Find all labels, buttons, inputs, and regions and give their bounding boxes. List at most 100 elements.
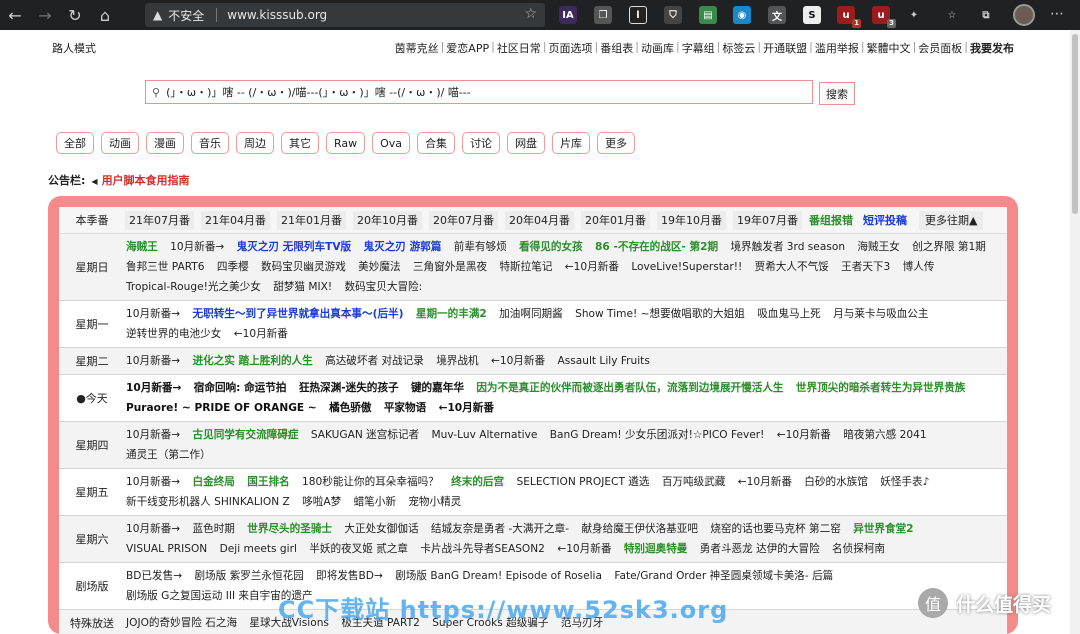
anime-link[interactable]: SAKUGAN 迷宫标记者 bbox=[311, 429, 419, 441]
category-button[interactable]: 其它 bbox=[281, 132, 319, 154]
more-seasons-button[interactable]: 更多往期▲ bbox=[919, 210, 984, 230]
anime-link[interactable]: Assault Lily Fruits bbox=[557, 355, 649, 367]
anime-link[interactable]: 境界触发者 3rd season bbox=[730, 241, 845, 253]
season-button[interactable]: 20年01月番 bbox=[581, 210, 650, 230]
anime-link[interactable]: 即将发售BD→ bbox=[316, 570, 383, 582]
anime-link[interactable]: 10月新番→ bbox=[126, 308, 180, 320]
category-button[interactable]: Raw bbox=[326, 132, 366, 154]
anime-link[interactable]: 创之界限 第1期 bbox=[912, 241, 986, 253]
category-button[interactable]: 全部 bbox=[56, 132, 94, 154]
anime-link[interactable]: VISUAL PRISON bbox=[126, 543, 207, 555]
anime-link[interactable]: BanG Dream! 少女乐团派对!☆PICO Fever! bbox=[550, 429, 765, 441]
anime-link[interactable]: 新干线变形机器人 SHINKALION Z bbox=[126, 496, 290, 508]
extension-s-icon[interactable]: S bbox=[803, 6, 821, 24]
extensions-puzzle-icon[interactable]: ✦ bbox=[905, 6, 923, 24]
anime-link[interactable]: 白金终局 bbox=[193, 476, 235, 488]
nav-link[interactable]: 番组表 bbox=[600, 40, 633, 56]
submit-review-link[interactable]: 短评投稿 bbox=[863, 212, 907, 228]
anime-link[interactable]: 10月新番→ bbox=[126, 382, 181, 394]
category-button[interactable]: 合集 bbox=[417, 132, 456, 154]
anime-link[interactable]: ←10月新番 bbox=[557, 543, 611, 555]
reload-icon[interactable]: ↻ bbox=[60, 0, 90, 30]
anime-link[interactable]: 烧窑的话也要马克杯 第二窑 bbox=[710, 523, 841, 535]
season-button[interactable]: 20年07月番 bbox=[429, 210, 498, 230]
anime-link[interactable]: 百万吨级武藏 bbox=[662, 476, 726, 488]
category-button[interactable]: 动画 bbox=[101, 132, 139, 154]
anime-link[interactable]: 国王排名 bbox=[247, 476, 289, 488]
anime-link[interactable]: ←10月新番 bbox=[738, 476, 792, 488]
anime-link[interactable]: 三角窗外是黑夜 bbox=[413, 261, 487, 273]
anime-link[interactable]: 鬼灭之刃 无限列车TV版 bbox=[237, 241, 351, 253]
nav-link[interactable]: 页面选项 bbox=[549, 40, 593, 56]
anime-link[interactable]: 月与莱卡与吸血公主 bbox=[833, 308, 928, 320]
anime-link[interactable]: 数码宝贝幽灵游戏 bbox=[261, 261, 346, 273]
anime-link[interactable]: 平家物语 bbox=[384, 402, 426, 414]
anime-link[interactable]: 剧场版 BanG Dream! Episode of Roselia bbox=[395, 570, 602, 582]
category-button[interactable]: 漫画 bbox=[146, 132, 184, 154]
nav-link[interactable]: 字幕组 bbox=[682, 40, 715, 56]
extension-doc-icon[interactable]: ▤ bbox=[699, 6, 717, 24]
home-icon[interactable]: ⌂ bbox=[90, 0, 120, 30]
category-button[interactable]: 片库 bbox=[552, 132, 591, 154]
season-button[interactable]: 19年07月番 bbox=[733, 210, 802, 230]
nav-link[interactable]: 爱恋APP bbox=[446, 40, 489, 56]
season-button[interactable]: 21年01月番 bbox=[277, 210, 346, 230]
anime-link[interactable]: 蜡笔小新 bbox=[354, 496, 396, 508]
anime-link[interactable]: 剧场版 紫罗兰永恒花园 bbox=[194, 570, 303, 582]
anime-link[interactable]: 进化之实 踏上胜利的人生 bbox=[193, 355, 313, 367]
extension-ublock-icon[interactable]: u3 bbox=[872, 6, 896, 28]
anime-link[interactable]: 吸血鬼马上死 bbox=[757, 308, 821, 320]
anime-link[interactable]: 看得见的女孩 bbox=[519, 241, 583, 253]
category-button[interactable]: Ova bbox=[372, 132, 411, 154]
anime-link[interactable]: JOJO的奇妙冒险 石之海 bbox=[126, 617, 237, 629]
anime-link[interactable]: 古见同学有交流障碍症 bbox=[193, 429, 299, 441]
anime-link[interactable]: 逆转世界的电池少女 bbox=[126, 328, 221, 340]
anime-link[interactable]: Muv-Luv Alternative bbox=[432, 429, 538, 441]
anime-link[interactable]: 博人传 bbox=[903, 261, 935, 273]
anime-link[interactable]: 通灵王（第二作） bbox=[126, 449, 211, 461]
extension-red-icon[interactable]: u1 bbox=[837, 6, 861, 28]
anime-link[interactable]: 美妙魔法 bbox=[358, 261, 400, 273]
category-button[interactable]: 音乐 bbox=[191, 132, 229, 154]
nav-link[interactable]: 社区日常 bbox=[497, 40, 541, 56]
anime-link[interactable]: 海贼王 bbox=[126, 241, 158, 253]
anime-link[interactable]: LoveLive!Superstar!! bbox=[631, 261, 742, 273]
report-error-link[interactable]: 番组报错 bbox=[809, 212, 853, 228]
anime-link[interactable]: 妖怪手表♪ bbox=[880, 476, 929, 488]
extension-l-icon[interactable]: l bbox=[629, 6, 647, 24]
anime-link[interactable]: 献身给魔王伊伏洛基亚吧 bbox=[581, 523, 698, 535]
anime-link[interactable]: 星期一的丰满2 bbox=[416, 308, 487, 320]
anime-link[interactable]: 鲁邦三世 PART6 bbox=[126, 261, 205, 273]
extension-copy-icon[interactable]: ❐ bbox=[594, 6, 612, 24]
season-button[interactable]: 20年04月番 bbox=[505, 210, 574, 230]
anime-link[interactable]: 180秒能让你的耳朵幸福吗？ bbox=[302, 476, 439, 488]
anime-link[interactable]: ←10月新番 bbox=[777, 429, 831, 441]
nav-link[interactable]: 茵蒂克丝 bbox=[395, 40, 439, 56]
category-button[interactable]: 讨论 bbox=[462, 132, 501, 154]
favorites-icon[interactable]: ☆ bbox=[943, 6, 961, 24]
anime-link[interactable]: 境界战机 bbox=[436, 355, 478, 367]
anime-link[interactable]: SELECTION PROJECT 遴选 bbox=[517, 476, 650, 488]
announcement-link[interactable]: 用户脚本食用指南 bbox=[102, 174, 190, 187]
nav-link[interactable]: 滥用举报 bbox=[815, 40, 859, 56]
anime-link[interactable]: 暗夜第六感 2041 bbox=[843, 429, 926, 441]
anime-link[interactable]: 狂热深渊-迷失的孩子 bbox=[299, 382, 399, 394]
profile-avatar[interactable] bbox=[1013, 4, 1035, 26]
anime-link[interactable]: 异世界食堂2 bbox=[853, 523, 913, 535]
anime-link[interactable]: 宠物小精灵 bbox=[408, 496, 461, 508]
anime-link[interactable]: 结城友奈是勇者 -大满开之章- bbox=[431, 523, 569, 535]
anime-link[interactable]: 因为不是真正的伙伴而被逐出勇者队伍，流落到边境展开慢活人生 bbox=[476, 382, 783, 394]
nav-link-publish[interactable]: 我要发布 bbox=[970, 40, 1014, 56]
anime-link[interactable]: Deji meets girl bbox=[220, 543, 297, 555]
anime-link[interactable]: ←10月新番 bbox=[234, 328, 288, 340]
anime-link[interactable]: 四季樱 bbox=[217, 261, 249, 273]
nav-link[interactable]: 动画库 bbox=[641, 40, 674, 56]
anime-link[interactable]: 世界尽头的圣骑士 bbox=[247, 523, 332, 535]
anime-link[interactable]: 终末的后宫 bbox=[451, 476, 504, 488]
category-button[interactable]: 周边 bbox=[236, 132, 274, 154]
anime-link[interactable]: ←10月新番 bbox=[491, 355, 545, 367]
forward-icon[interactable]: → bbox=[30, 0, 60, 30]
anime-link[interactable]: 蓝色时期 bbox=[193, 523, 235, 535]
back-icon[interactable]: ← bbox=[0, 0, 30, 30]
anime-link[interactable]: BD已发售→ bbox=[126, 570, 182, 582]
